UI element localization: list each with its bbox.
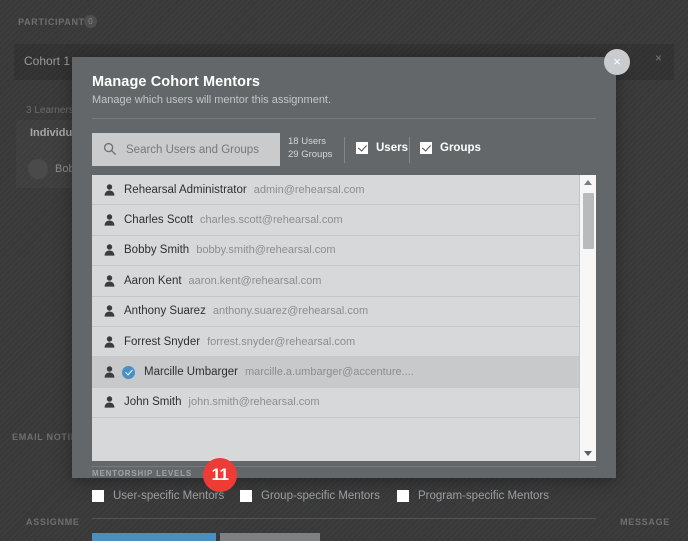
list-item[interactable]: Anthony Suarez anthony.suarez@rehearsal.c… [92, 296, 579, 327]
done-selecting-users-button[interactable]: Done Selecting Users [92, 533, 216, 541]
avatar [28, 159, 48, 179]
cohort-close-icon[interactable]: × [655, 52, 662, 64]
list-item-name: Charles Scott [124, 214, 194, 227]
list-item[interactable]: Forrest Snyder forrest.snyder@rehearsal.c… [92, 326, 579, 358]
filter-groups-checkbox[interactable]: Groups [420, 142, 481, 154]
list-item-email: anthony.suarez@rehearsal.com [212, 305, 369, 318]
dialog-subtitle: Manage which users will mentor this assi… [92, 94, 332, 106]
participants-count-badge: 0 [84, 15, 97, 28]
list-rows: Rehearsal Administrator admin@rehearsal.c… [92, 175, 579, 419]
level-user-specific-checkbox[interactable]: User-specific Mentors [92, 490, 224, 502]
level-program-specific-label: Program-specific Mentors [418, 490, 550, 502]
users-count: 18 Users [288, 136, 327, 147]
selected-check-icon [122, 365, 135, 379]
person-icon [104, 214, 115, 226]
dialog-title: Manage Cohort Mentors [92, 74, 261, 90]
scroll-down-arrow-icon[interactable] [580, 446, 596, 461]
list-item[interactable]: Aaron Kent aaron.kent@rehearsal.com [92, 266, 579, 297]
list-item-name: Rehearsal Administrator [124, 183, 247, 196]
cohort-title: Cohort 1 [24, 54, 71, 68]
message-section-label: MESSAGE [620, 517, 670, 527]
list-item-name: Marcille Umbarger [144, 366, 238, 379]
person-icon [104, 335, 115, 348]
counts-divider [344, 137, 345, 163]
list-scrollbar[interactable] [579, 175, 596, 461]
checkbox-checked-icon [356, 142, 368, 154]
app-root: PARTICIPANTS 0 Cohort 1 Add Learners × 3… [0, 0, 688, 541]
list-item-email: charles.scott@rehearsal.com [200, 214, 343, 227]
actions-divider [92, 518, 596, 519]
list-item-name: Bobby Smith [124, 244, 190, 257]
person-icon [104, 305, 115, 317]
level-group-specific-checkbox[interactable]: Group-specific Mentors [240, 490, 380, 502]
list-item[interactable]: Marcille Umbarger marcille.a.umbarger@acc… [92, 357, 579, 388]
manage-cohort-mentors-dialog: Manage Cohort Mentors Manage which users… [72, 57, 616, 541]
list-item-email: aaron.kent@rehearsal.com [188, 274, 322, 287]
checkbox-unchecked-icon [240, 490, 252, 502]
assignment-section-label: ASSIGNME [26, 517, 80, 527]
list-item-name: Forrest Snyder [124, 335, 201, 348]
groups-count: 29 Groups [288, 148, 333, 160]
mentorship-levels-caption: MENTORSHIP LEVELS [92, 469, 199, 478]
list-item-email: bobby.smith@rehearsal.com [196, 244, 336, 257]
filter-groups-label: Groups [440, 142, 481, 154]
person-icon [104, 244, 115, 257]
cancel-changes-button[interactable]: Cancel Changes [220, 533, 320, 541]
list-item-email: forrest.snyder@rehearsal.com [207, 335, 356, 348]
list-item-email: admin@rehearsal.com [253, 183, 365, 196]
person-icon [104, 183, 115, 196]
user-and-group-list[interactable]: Rehearsal Administrator admin@rehearsal.c… [92, 175, 596, 461]
list-item-name: Aaron Kent [124, 274, 182, 287]
level-program-specific-checkbox[interactable]: Program-specific Mentors [397, 490, 549, 502]
list-item-name: Anthony Suarez [124, 305, 206, 318]
list-item[interactable]: John Smith john.smith@rehearsal.com [92, 387, 579, 419]
filters-divider [409, 137, 410, 163]
checkbox-unchecked-icon [92, 490, 104, 502]
close-icon[interactable]: × [604, 49, 630, 75]
levels-divider [92, 466, 596, 467]
scroll-up-arrow-icon[interactable] [580, 175, 596, 190]
list-item-name: John Smith [124, 396, 182, 409]
level-user-specific-label: User-specific Mentors [113, 490, 225, 502]
person-icon [104, 275, 115, 287]
learners-count-label: 3 Learners [26, 105, 74, 116]
participants-section-label: PARTICIPANTS [18, 17, 92, 27]
step-number-badge: 11 [203, 458, 237, 492]
scrollbar-thumb[interactable] [583, 193, 594, 249]
list-item-email: john.smith@rehearsal.com [188, 396, 320, 409]
person-icon [104, 396, 115, 409]
list-item[interactable]: Rehearsal Administrator admin@rehearsal.c… [92, 175, 579, 206]
checkbox-checked-icon [420, 142, 432, 154]
filter-users-label: Users [376, 142, 408, 154]
filter-users-checkbox[interactable]: Users [356, 142, 408, 154]
list-item-email: marcille.a.umbarger@accenture.... [244, 366, 414, 379]
checkbox-unchecked-icon [397, 490, 409, 502]
person-icon [104, 366, 115, 378]
search-input[interactable] [92, 133, 280, 166]
entity-counts: 18 Users 29 Groups [288, 136, 332, 161]
list-item[interactable]: Bobby Smith bobby.smith@rehearsal.com [92, 235, 579, 267]
header-divider [92, 118, 596, 119]
level-group-specific-label: Group-specific Mentors [261, 490, 380, 502]
list-item[interactable]: Charles Scott charles.scott@rehearsal.com [92, 205, 579, 236]
